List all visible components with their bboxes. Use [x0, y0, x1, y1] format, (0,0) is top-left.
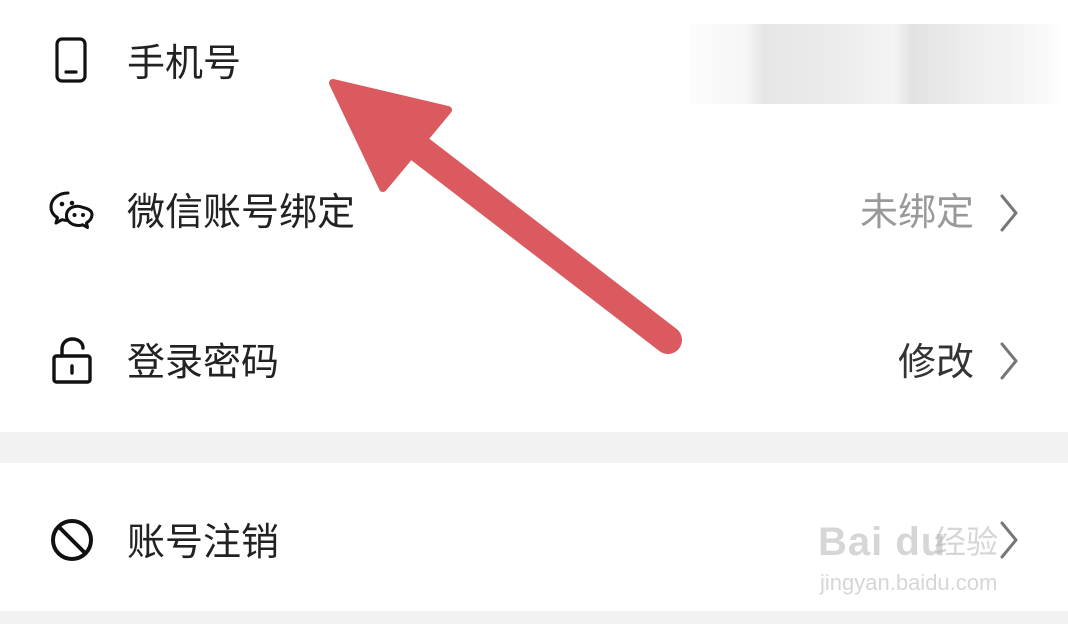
watermark-logo: Bai du — [818, 520, 947, 564]
watermark-url: jingyan.baidu.com — [820, 570, 998, 595]
baidu-jingyan-watermark: Bai du 经验 jingyan.baidu.com — [816, 510, 1016, 610]
watermark-text: 经验 — [934, 523, 999, 561]
